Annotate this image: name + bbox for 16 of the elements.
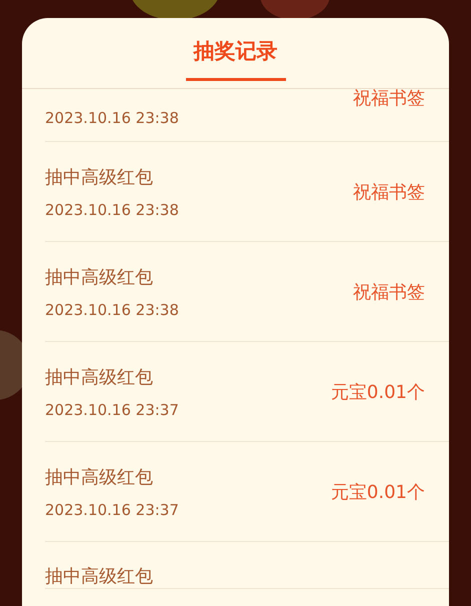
record-date: 2023.10.16 23:37 (45, 500, 179, 518)
record-date: 2023.10.16 23:38 (45, 200, 179, 218)
record-title: 抽中高级红包 (45, 166, 154, 188)
record-title: 抽中高级红包 (45, 566, 153, 587)
record-title: 抽中高级红包 (45, 466, 154, 488)
record-date: 2023.10.16 23:38 (45, 109, 180, 127)
record-date: 2023.10.16 23:38 (45, 300, 179, 318)
record-title: 抽中高级红包 (45, 266, 154, 288)
reward-text: 祝福书签 (353, 180, 425, 204)
record-title: 抽中高级红包 (45, 366, 154, 388)
reward-text: 元宝0.01个 (330, 380, 425, 404)
dialog-title: 抽奖记录 (194, 38, 278, 65)
record-date: 2023.10.16 23:37 (45, 400, 179, 418)
reward-text: 元宝0.01个 (330, 480, 425, 504)
reward-text: 祝福书签 (353, 280, 425, 304)
reward-text: 祝福书签 (353, 90, 425, 108)
